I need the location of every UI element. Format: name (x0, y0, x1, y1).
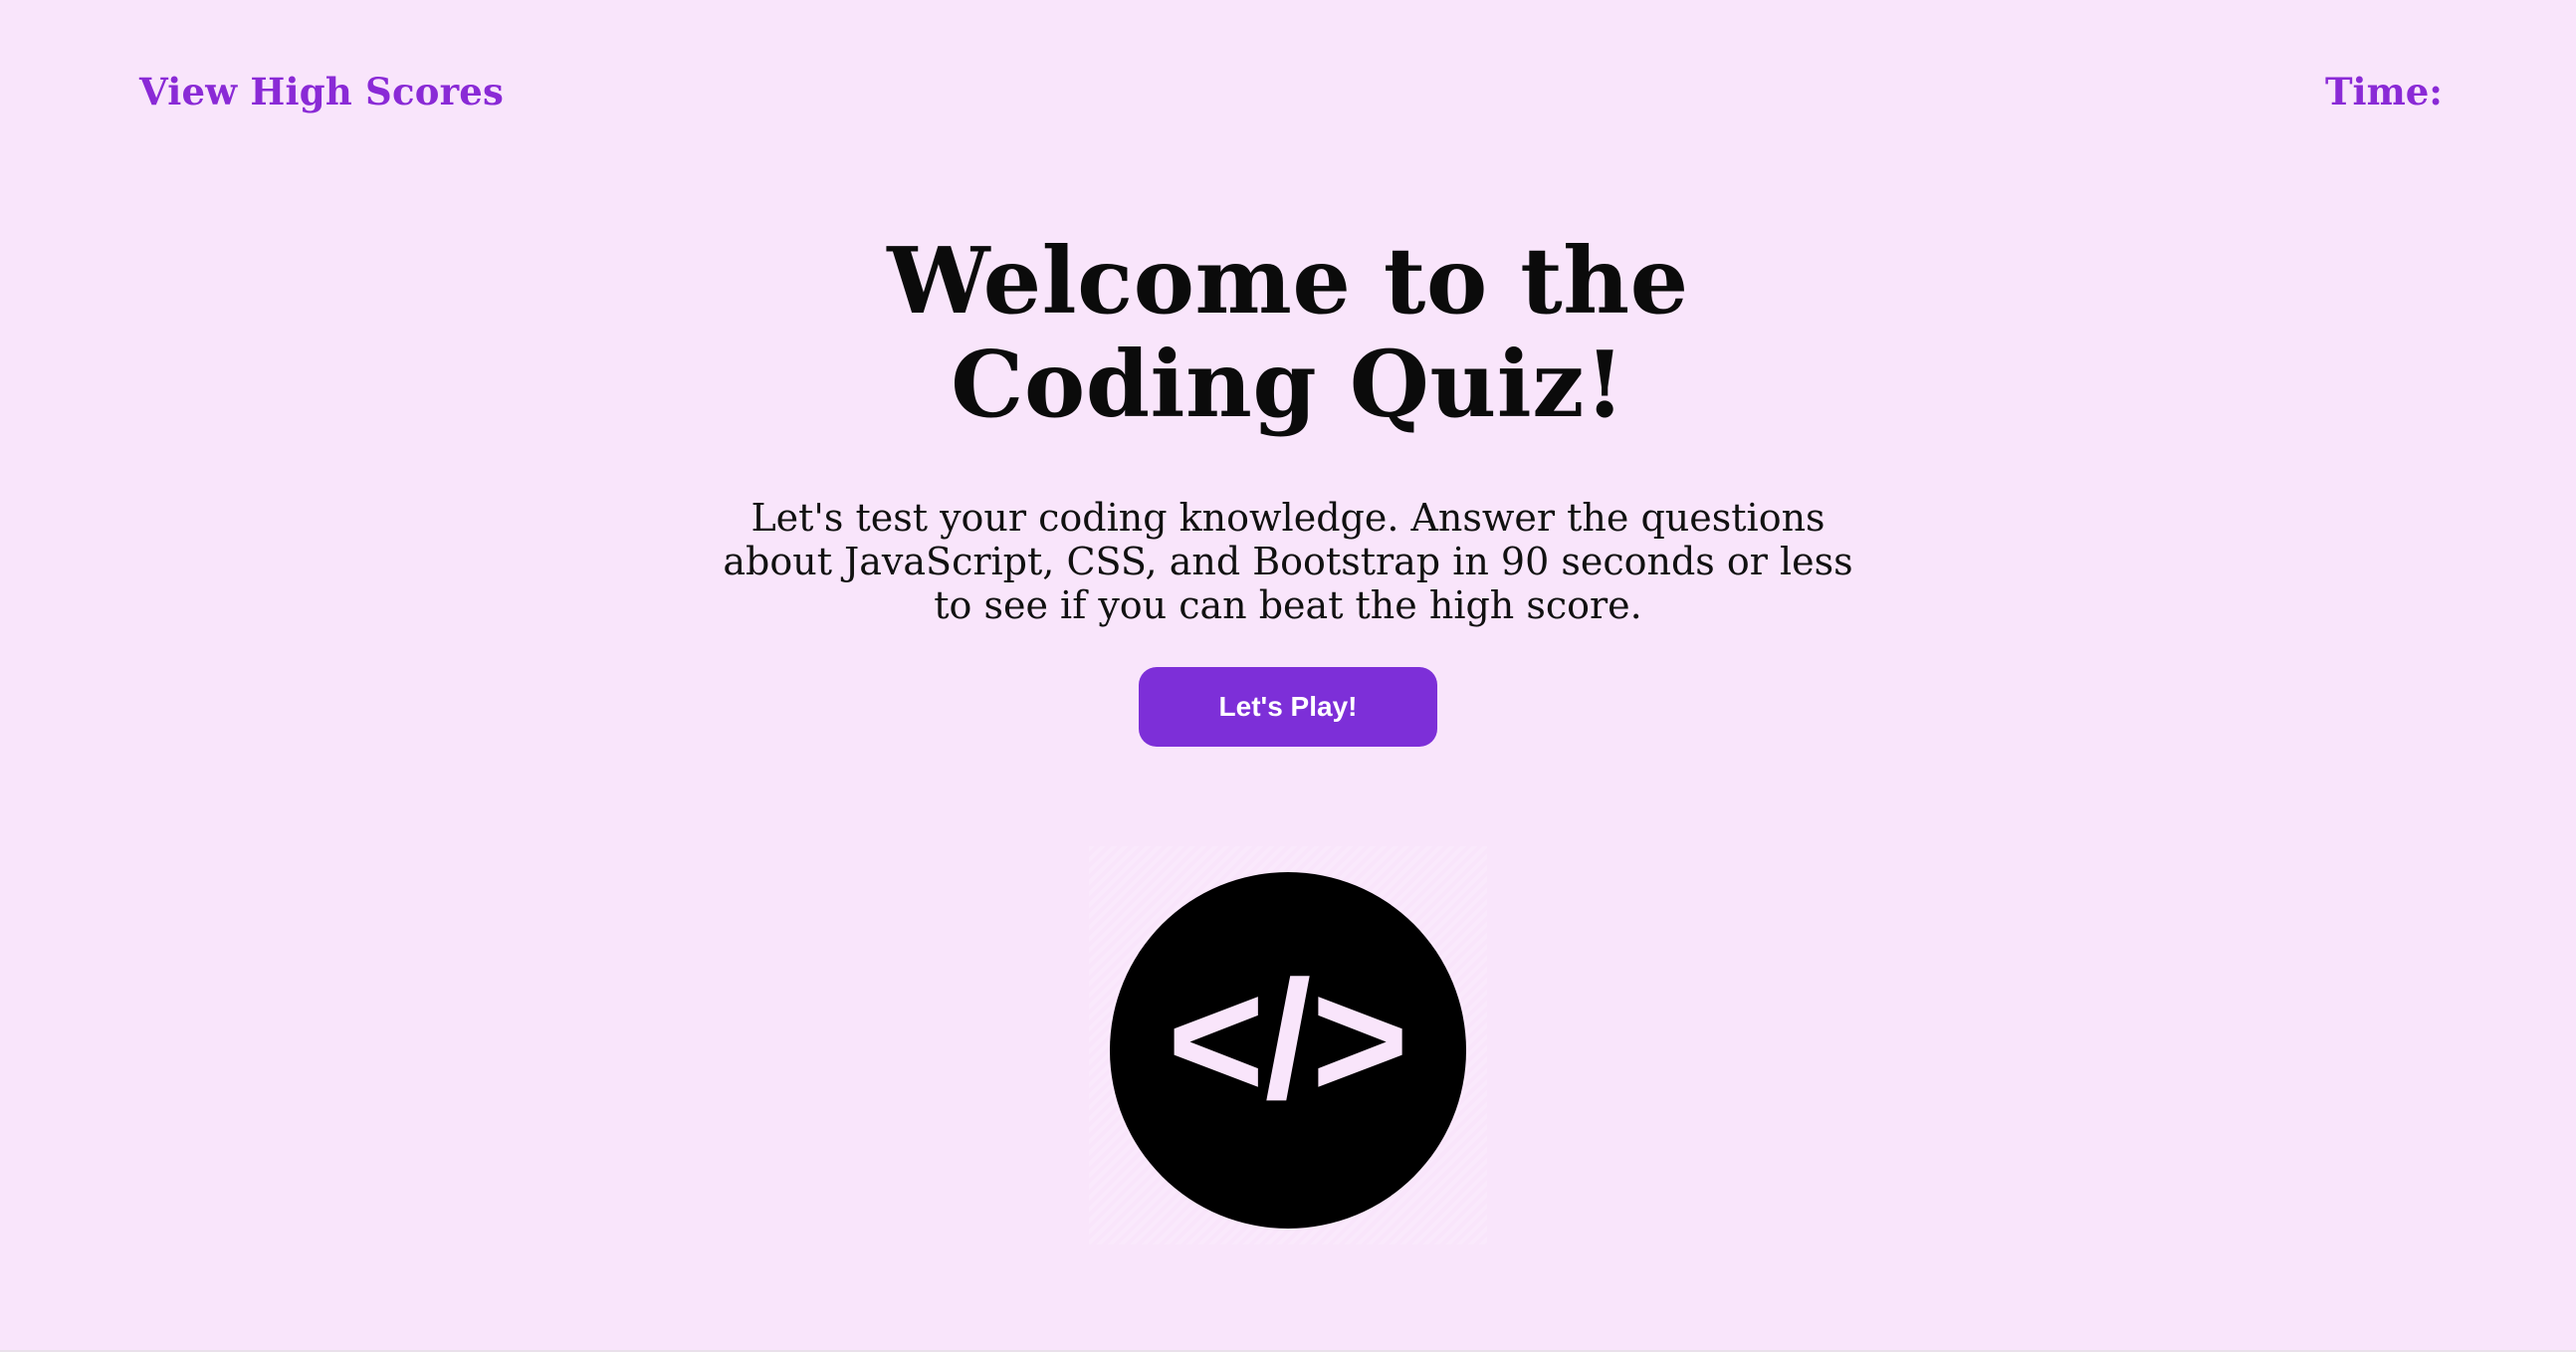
timer: Time: (2325, 70, 2451, 113)
code-tag-icon: </> (1110, 872, 1466, 1229)
quiz-description: Let's test your coding knowledge. Answer… (723, 496, 1853, 627)
view-high-scores-link[interactable]: View High Scores (139, 70, 504, 113)
start-quiz-button[interactable]: Let's Play! (1139, 667, 1437, 747)
start-button-container: Let's Play! (0, 667, 2576, 747)
welcome-section: Welcome to the Coding Quiz! Let's test y… (0, 229, 2576, 747)
page-title: Welcome to the Coding Quiz! (887, 227, 1689, 438)
code-logo: </> (1089, 846, 1487, 1244)
timer-label: Time: (2325, 70, 2443, 113)
logo-glyph: </> (1168, 946, 1409, 1133)
